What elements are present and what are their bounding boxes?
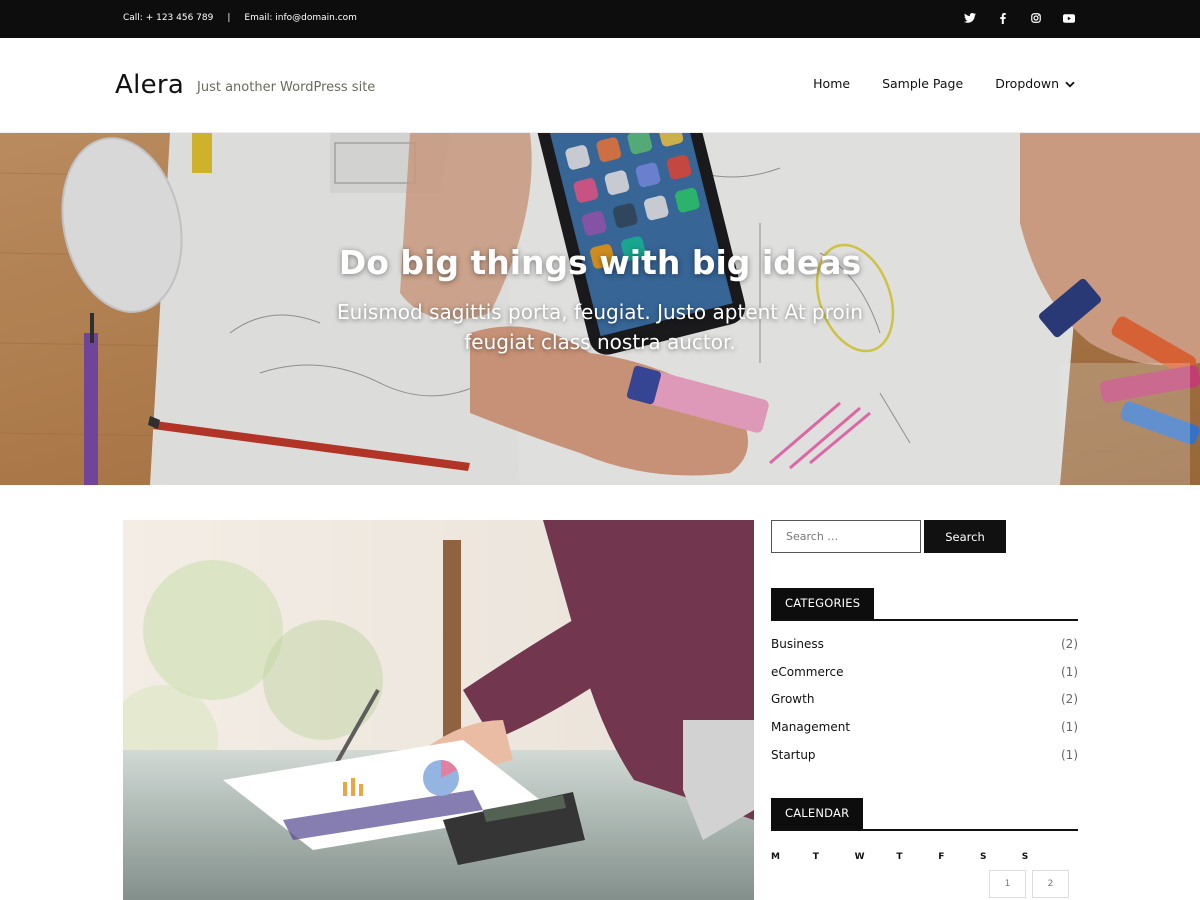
weekday-label: W	[854, 852, 865, 862]
category-name[interactable]: Business	[771, 637, 824, 651]
calendar-heading: CALENDAR	[771, 798, 864, 829]
weekday-label: F	[938, 852, 945, 862]
category-count: (2)	[1061, 692, 1078, 707]
category-item-ecommerce[interactable]: eCommerce (1)	[771, 658, 1078, 686]
category-count: (1)	[1061, 747, 1078, 762]
category-item-growth[interactable]: Growth (2)	[771, 685, 1078, 713]
weekday-label: S	[979, 852, 987, 862]
nav-item-label: Dropdown	[995, 76, 1059, 91]
phone-text: Call: + 123 456 789	[123, 13, 214, 23]
category-name[interactable]: Growth	[771, 692, 814, 706]
chevron-down-icon	[1065, 76, 1075, 91]
calendar-day: 2	[1032, 870, 1069, 898]
hero-banner: Do big things with big ideas Euismod sag…	[0, 133, 1200, 485]
site-title[interactable]: Alera	[115, 70, 184, 100]
category-count: (1)	[1061, 719, 1078, 734]
contact-info: Call: + 123 456 789 | Email: info@domain…	[123, 13, 357, 23]
nav-item-label: Sample Page	[882, 76, 964, 91]
contact-separator: |	[227, 13, 231, 23]
youtube-icon[interactable]	[1059, 10, 1078, 26]
category-name[interactable]: eCommerce	[771, 665, 844, 679]
top-bar: Call: + 123 456 789 | Email: info@domain…	[0, 0, 1200, 38]
site-header: Alera Just another WordPress site Home S…	[0, 38, 1200, 133]
email-text: Email: info@domain.com	[244, 13, 357, 23]
hero-title: Do big things with big ideas	[338, 243, 862, 282]
weekday-label: T	[896, 852, 903, 862]
calendar-widget-header: CALENDAR	[771, 798, 1078, 831]
facebook-icon[interactable]	[993, 10, 1012, 26]
twitter-icon[interactable]	[960, 10, 979, 26]
post-image-photo	[123, 520, 754, 900]
calendar-day: 1	[989, 870, 1026, 898]
category-count: (1)	[1061, 664, 1078, 679]
nav-item-home[interactable]: Home	[813, 76, 850, 91]
search-input[interactable]	[771, 520, 921, 553]
category-name[interactable]: Management	[771, 720, 850, 734]
nav-item-dropdown[interactable]: Dropdown	[995, 76, 1075, 91]
weekday-label: M	[771, 852, 780, 862]
category-item-management[interactable]: Management (1)	[771, 713, 1078, 741]
social-links	[960, 10, 1078, 26]
hero-subtitle: Euismod sagittis porta, feugiat. Justo a…	[337, 300, 863, 354]
weekday-label: T	[812, 852, 819, 862]
site-tagline: Just another WordPress site	[197, 80, 376, 95]
main-nav: Home Sample Page Dropdown	[813, 76, 1075, 91]
categories-heading: CATEGORIES	[771, 588, 875, 619]
search-button[interactable]: Search	[924, 520, 1006, 553]
nav-item-sample-page[interactable]: Sample Page	[882, 76, 963, 91]
category-name[interactable]: Startup	[771, 748, 816, 762]
category-item-startup[interactable]: Startup (1)	[771, 741, 1078, 769]
categories-list: Business (2) eCommerce (1) Growth (2) Ma…	[771, 630, 1078, 768]
weekday-label: S	[1021, 852, 1029, 862]
post-featured-image[interactable]	[123, 520, 754, 900]
category-count: (2)	[1061, 636, 1078, 651]
calendar-weekdays: M T W T F S S	[771, 852, 1078, 862]
category-item-business[interactable]: Business (2)	[771, 630, 1078, 658]
instagram-icon[interactable]	[1026, 10, 1045, 26]
categories-widget-header: CATEGORIES	[771, 588, 1078, 621]
nav-item-label: Home	[813, 76, 851, 91]
